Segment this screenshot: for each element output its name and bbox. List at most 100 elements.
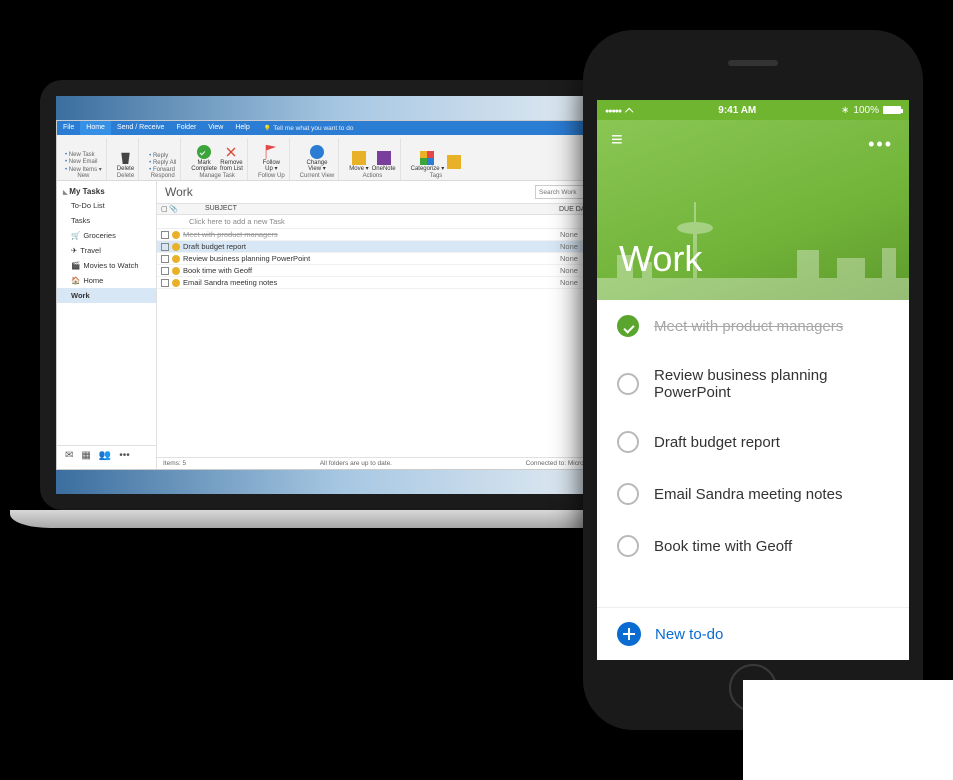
tell-me-search[interactable]: Tell me what you want to do (264, 125, 354, 132)
add-task-input[interactable]: Click here to add a new Task (157, 215, 623, 229)
sidebar-item-tasks[interactable]: Tasks (57, 213, 156, 228)
task-row[interactable]: Book time with GeoffNone (157, 265, 623, 277)
sidebar-item-to-do-list[interactable]: To-Do List (57, 198, 156, 213)
task-checkbox[interactable] (161, 255, 169, 263)
todo-row[interactable]: Draft budget report (597, 416, 909, 468)
nav-more-icon[interactable]: ••• (119, 450, 130, 461)
ribbon-group-delete: Delete Delete (113, 138, 139, 180)
wifi-icon (625, 104, 633, 117)
onenote-button[interactable]: OneNote (372, 151, 396, 173)
outlook-nav-bar: ✉ ▦ 👥 ••• (57, 445, 156, 465)
categorize-button[interactable]: Categorize ▾ (411, 151, 445, 173)
lightbulb-icon (264, 125, 271, 132)
private-button[interactable] (447, 155, 461, 169)
tab-file[interactable]: File (57, 121, 80, 135)
laptop-base (10, 510, 670, 528)
task-list-title: Work (165, 185, 193, 199)
tab-folder[interactable]: Folder (170, 121, 202, 135)
new-todo-button[interactable]: New to-do (597, 607, 909, 660)
task-checkbox[interactable] (161, 267, 169, 275)
ribbon-group-label: New (77, 173, 89, 179)
sidebar-item-label: To-Do List (71, 201, 105, 210)
more-options-button[interactable]: ••• (868, 134, 893, 155)
sidebar-item-icon: 🛒 (71, 231, 80, 240)
remove-from-list-button[interactable]: Remove from List (220, 145, 243, 173)
ribbon-group-label: Current View (300, 173, 335, 179)
sidebar-item-label: Movies to Watch (83, 261, 138, 270)
tell-me-label: Tell me what you want to do (273, 125, 353, 132)
mark-complete-button[interactable]: Mark Complete (191, 145, 217, 173)
sidebar-item-work[interactable]: Work (57, 288, 156, 303)
phone-screen: 9:41 AM 100% (597, 100, 909, 660)
remove-icon (222, 142, 242, 162)
mail-icon[interactable]: ✉ (65, 450, 73, 461)
people-icon[interactable]: 👥 (99, 450, 111, 461)
todo-checkbox[interactable] (617, 373, 639, 395)
new-task-button[interactable]: New Task (65, 152, 102, 158)
todo-text: Meet with product managers (654, 318, 843, 335)
todo-text: Review business planning PowerPoint (654, 367, 889, 401)
task-row[interactable]: Review business planning PowerPointNone (157, 253, 623, 265)
delete-button[interactable]: Delete (117, 151, 134, 173)
todo-checkbox[interactable] (617, 315, 639, 337)
task-row[interactable]: Meet with product managersNone (157, 229, 623, 241)
reply-all-button[interactable]: Reply All (149, 160, 176, 166)
sidebar-item-groceries[interactable]: 🛒Groceries (57, 228, 156, 243)
trash-icon (118, 151, 132, 165)
task-subject: Book time with Geoff (183, 266, 557, 275)
reply-button[interactable]: Reply (149, 153, 176, 159)
todo-checkbox[interactable] (617, 483, 639, 505)
task-checkbox[interactable] (161, 243, 169, 251)
task-row[interactable]: Draft budget reportNone (157, 241, 623, 253)
todo-checkbox[interactable] (617, 535, 639, 557)
tab-view[interactable]: View (202, 121, 229, 135)
sidebar-item-label: Tasks (71, 216, 90, 225)
status-time: 9:41 AM (718, 105, 756, 116)
new-items-button[interactable]: New Items ▾ (65, 166, 102, 173)
sidebar-item-icon: 🏠 (71, 276, 80, 285)
task-checkbox[interactable] (161, 279, 169, 287)
outlook-window: File Home Send / Receive Folder View Hel… (56, 120, 624, 470)
new-email-button[interactable]: New Email (65, 159, 102, 165)
laptop-screen: File Home Send / Receive Folder View Hel… (56, 96, 624, 494)
task-column-headers: ▢ 📎 SUBJECT DUE DATE ▴ (157, 203, 623, 215)
tab-help[interactable]: Help (229, 121, 255, 135)
task-category-icon (172, 231, 180, 239)
calendar-icon[interactable]: ▦ (81, 450, 90, 461)
sidebar-item-label: Work (71, 291, 90, 300)
plus-icon (617, 622, 641, 646)
ribbon-group-label: Manage Task (199, 173, 235, 179)
todo-checkbox[interactable] (617, 431, 639, 453)
col-subject[interactable]: SUBJECT (177, 205, 559, 213)
move-button[interactable]: Move ▾ (349, 151, 368, 173)
change-view-button[interactable]: Change View ▾ (306, 145, 327, 173)
ribbon-group-follow-up: Follow Up ▾ Follow Up (254, 138, 290, 180)
follow-up-label: Follow Up ▾ (263, 160, 280, 173)
outlook-task-pane: Work ▢ 📎 SUBJECT DUE DATE ▴ Click here t… (157, 181, 623, 469)
todo-row[interactable]: Meet with product managers (597, 300, 909, 352)
remove-label: Remove from List (220, 160, 243, 173)
task-checkbox[interactable] (161, 231, 169, 239)
sidebar-header-my-tasks[interactable]: My Tasks (57, 185, 156, 198)
tab-home[interactable]: Home (80, 121, 111, 135)
sidebar-item-label: Home (83, 276, 103, 285)
task-row[interactable]: Email Sandra meeting notesNone (157, 277, 623, 289)
sidebar-item-home[interactable]: 🏠Home (57, 273, 156, 288)
todo-row[interactable]: Review business planning PowerPoint (597, 352, 909, 416)
outlook-ribbon-tabs: File Home Send / Receive Folder View Hel… (57, 121, 623, 135)
sidebar-item-travel[interactable]: ✈Travel (57, 243, 156, 258)
sidebar-item-movies-to-watch[interactable]: 🎬Movies to Watch (57, 258, 156, 273)
onenote-label: OneNote (372, 166, 396, 173)
todo-list[interactable]: Meet with product managers Review busines… (597, 300, 909, 607)
tab-send-receive[interactable]: Send / Receive (111, 121, 170, 135)
desktop-wallpaper (56, 96, 624, 120)
follow-up-button[interactable]: Follow Up ▾ (263, 145, 280, 173)
task-category-icon (172, 267, 180, 275)
todo-row[interactable]: Email Sandra meeting notes (597, 468, 909, 520)
ios-status-bar: 9:41 AM 100% (597, 100, 909, 120)
laptop-frame: File Home Send / Receive Folder View Hel… (40, 80, 640, 510)
todo-row[interactable]: Book time with Geoff (597, 520, 909, 572)
hamburger-menu-button[interactable]: ≡ (611, 130, 623, 150)
ribbon-group-respond: Reply Reply All Forward Respond (145, 138, 181, 180)
sidebar-item-icon: 🎬 (71, 261, 80, 270)
